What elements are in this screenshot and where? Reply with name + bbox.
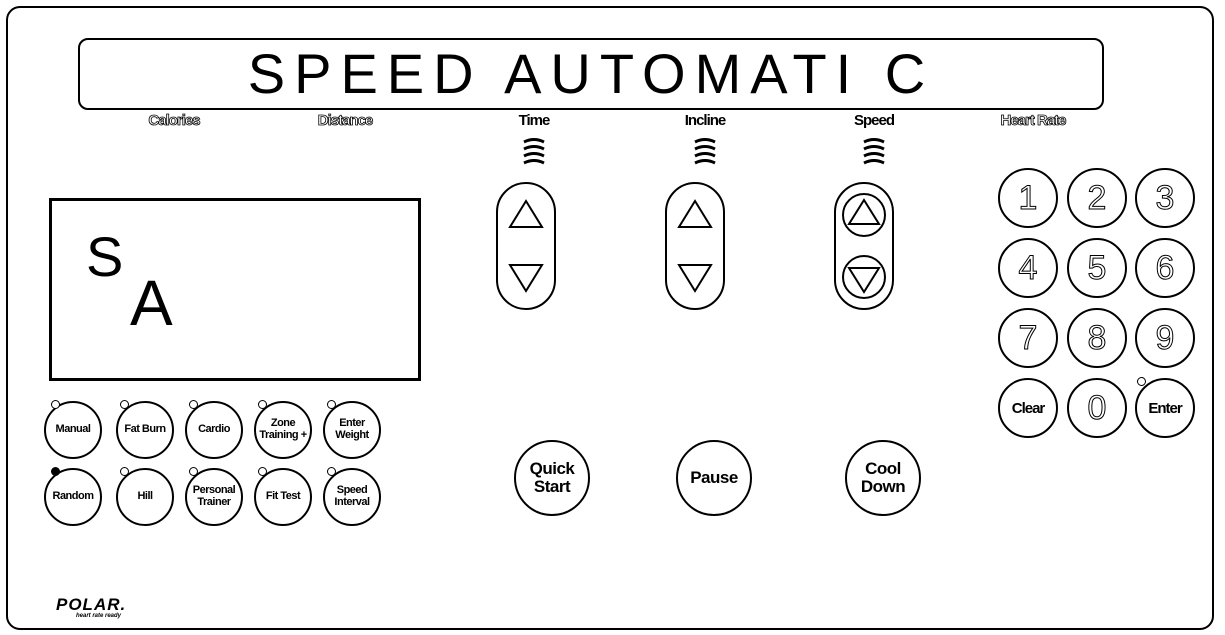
keypad-7-button[interactable]: 7: [998, 308, 1058, 368]
program-button-random[interactable]: Random: [44, 468, 102, 526]
time-label: Time: [518, 112, 551, 129]
triangle-down-icon: [508, 264, 544, 293]
keypad-8-button[interactable]: 8: [1067, 308, 1127, 368]
keypad-4-button[interactable]: 4: [998, 238, 1058, 298]
program-button-hill[interactable]: Hill: [116, 468, 174, 526]
speed-signal-waves-icon: [863, 138, 885, 165]
speed-label: Speed: [853, 112, 895, 129]
led-indicator: [120, 400, 129, 409]
incline-label: Incline: [684, 112, 727, 129]
program-button-fat-burn[interactable]: Fat Burn: [116, 401, 174, 459]
led-indicator: [258, 400, 267, 409]
led-indicator: [258, 467, 267, 476]
incline-down-button[interactable]: [667, 246, 723, 308]
speed-arrow-control: [834, 182, 894, 310]
triangle-up-icon: [508, 199, 544, 228]
keypad-5-button[interactable]: 5: [1067, 238, 1127, 298]
cool-down-button[interactable]: Cool Down: [845, 440, 921, 516]
triangle-down-icon: [842, 255, 886, 299]
speed-up-button[interactable]: [836, 184, 892, 246]
treadmill-console-panel: SPEED AUTOMATI C Calories Distance Time …: [6, 6, 1214, 630]
led-indicator-active: [51, 467, 60, 476]
incline-signal-waves-icon: [694, 138, 716, 165]
triangle-down-icon: [677, 264, 713, 293]
led-indicator: [327, 467, 336, 476]
polar-logo: POLAR. heart rate ready: [56, 596, 126, 619]
distance-label: Distance: [317, 112, 373, 130]
led-indicator: [51, 400, 60, 409]
calories-label: Calories: [148, 112, 201, 130]
keypad-1-button[interactable]: 1: [998, 168, 1058, 228]
polar-logo-tagline: heart rate ready: [76, 613, 122, 619]
pause-button[interactable]: Pause: [676, 440, 752, 516]
keypad-enter-button[interactable]: Enter: [1135, 378, 1195, 438]
triangle-up-icon: [677, 199, 713, 228]
program-display: S A: [49, 198, 421, 381]
incline-arrow-control: [665, 182, 725, 310]
led-indicator: [120, 467, 129, 476]
program-button-personal-trainer[interactable]: Personal Trainer: [185, 468, 243, 526]
speed-down-button[interactable]: [836, 246, 892, 308]
keypad-2-button[interactable]: 2: [1067, 168, 1127, 228]
led-indicator: [327, 400, 336, 409]
program-button-speed-interval[interactable]: Speed Interval: [323, 468, 381, 526]
program-button-enter-weight[interactable]: Enter Weight: [323, 401, 381, 459]
message-display: SPEED AUTOMATI C: [78, 38, 1104, 110]
program-button-fit-test[interactable]: Fit Test: [254, 468, 312, 526]
incline-up-button[interactable]: [667, 184, 723, 246]
keypad-0-button[interactable]: 0: [1067, 378, 1127, 438]
heart-rate-label: Heart Rate: [1000, 112, 1067, 130]
program-button-manual[interactable]: Manual: [44, 401, 102, 459]
program-display-bottom-char: A: [130, 267, 173, 339]
keypad-6-button[interactable]: 6: [1135, 238, 1195, 298]
led-indicator: [1137, 377, 1146, 386]
triangle-up-icon: [842, 193, 886, 237]
quick-start-button[interactable]: Quick Start: [514, 440, 590, 516]
program-button-zone-training[interactable]: Zone Training +: [254, 401, 312, 459]
program-display-top-char: S: [86, 225, 124, 288]
keypad-3-button[interactable]: 3: [1135, 168, 1195, 228]
message-display-text: SPEED AUTOMATI C: [247, 42, 935, 105]
polar-logo-text: POLAR.: [56, 595, 127, 614]
time-signal-waves-icon: [523, 138, 545, 165]
keypad-clear-button[interactable]: Clear: [998, 378, 1058, 438]
time-arrow-control: [496, 182, 556, 310]
keypad-9-button[interactable]: 9: [1135, 308, 1195, 368]
program-button-cardio[interactable]: Cardio: [185, 401, 243, 459]
led-indicator: [189, 400, 198, 409]
time-up-button[interactable]: [498, 184, 554, 246]
time-down-button[interactable]: [498, 246, 554, 308]
led-indicator: [189, 467, 198, 476]
